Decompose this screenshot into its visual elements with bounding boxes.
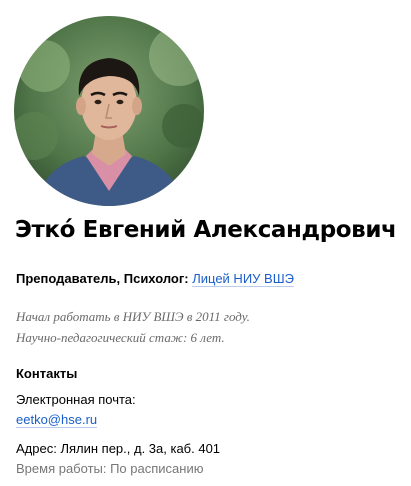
bio-experience: Научно-педагогический стаж: 6 лет. (16, 330, 225, 345)
organization-link[interactable]: Лицей НИУ ВШЭ (192, 271, 294, 287)
email-link[interactable]: eetko@hse.ru (16, 412, 98, 428)
avatar (14, 16, 204, 206)
bio-start-year: Начал работать в НИУ ВШЭ в 2011 году. (16, 309, 250, 324)
role-label: Преподаватель, Психолог: (16, 271, 189, 286)
address: Адрес: Лялин пер., д. 3а, каб. 401 (16, 441, 221, 456)
contacts-heading: Контакты (16, 366, 78, 381)
email-label: Электронная почта: (16, 392, 136, 407)
positions-line: Преподаватель, Психолог: Лицей НИУ ВШЭ (16, 270, 294, 288)
working-hours: Время работы: По расписанию (16, 461, 204, 476)
email-row: eetko@hse.ru (16, 411, 98, 429)
person-portrait-photo-icon (14, 16, 204, 206)
profile-name: Этко́ Евгений Александрович (15, 217, 397, 243)
bio: Начал работать в НИУ ВШЭ в 2011 году. На… (16, 306, 250, 348)
